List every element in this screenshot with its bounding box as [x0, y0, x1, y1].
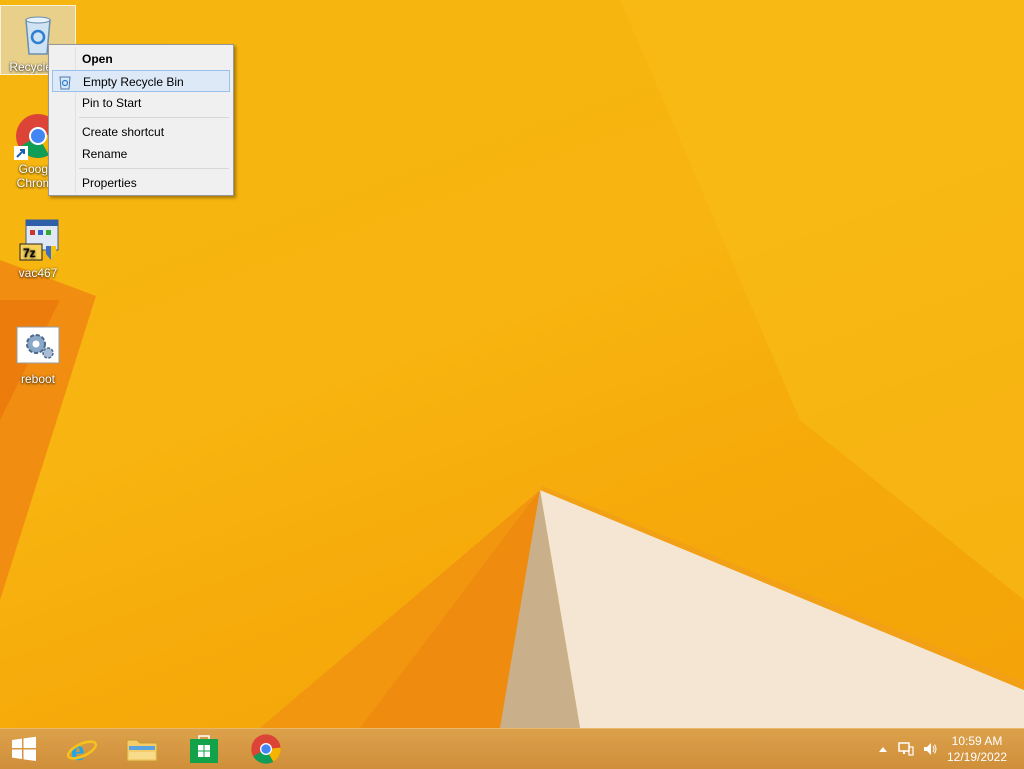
7zip-installer-icon: 7z	[14, 216, 62, 264]
menu-item-label: Pin to Start	[82, 96, 142, 110]
svg-text:7z: 7z	[23, 246, 36, 260]
menu-item-open[interactable]: Open	[52, 48, 230, 70]
menu-item-label: Empty Recycle Bin	[83, 75, 184, 89]
clock-date: 12/19/2022	[946, 750, 1008, 764]
taskbar-chrome[interactable]	[236, 729, 296, 769]
menu-item-create-shortcut[interactable]: Create shortcut	[52, 121, 230, 143]
windows-logo-icon	[12, 736, 36, 761]
folder-icon	[126, 739, 158, 762]
menu-item-empty-recycle-bin[interactable]: Empty Recycle Bin	[52, 70, 230, 92]
desktop-icon-reboot[interactable]: reboot	[0, 318, 76, 386]
menu-item-properties[interactable]: Properties	[52, 172, 230, 194]
clock-time: 10:59 AM	[951, 734, 1003, 748]
ie-icon: e	[66, 734, 98, 765]
menu-item-rename[interactable]: Rename	[52, 143, 230, 165]
reboot-gear-icon	[14, 322, 62, 370]
menu-item-label: Open	[82, 52, 113, 66]
taskbar-file-explorer[interactable]	[112, 729, 172, 769]
chrome-icon	[251, 734, 281, 764]
taskbar-store[interactable]	[174, 729, 234, 769]
menu-separator	[79, 168, 229, 169]
store-icon	[190, 735, 218, 763]
menu-item-label: Properties	[82, 176, 137, 190]
desktop-icon-vac467[interactable]: 7z vac467	[0, 212, 76, 280]
menu-item-label: Create shortcut	[82, 125, 165, 139]
taskbar: e 10:59 AM 12/19/2022	[0, 728, 1024, 769]
show-hidden-icons-arrow[interactable]	[878, 741, 888, 757]
desktop[interactable]: Recycle Bin Google Chrome 7z vac467 rebo…	[0, 0, 1024, 728]
taskbar-internet-explorer[interactable]: e	[52, 729, 112, 769]
recycle-bin-small-icon	[57, 74, 73, 90]
desktop-icon-label: reboot	[20, 372, 56, 386]
clock[interactable]: 10:59 AM 12/19/2022	[942, 733, 1012, 765]
volume-icon[interactable]	[922, 741, 938, 757]
menu-item-pin-to-start[interactable]: Pin to Start	[52, 92, 230, 114]
menu-item-label: Rename	[82, 147, 128, 161]
network-icon[interactable]	[898, 741, 914, 757]
context-menu: Open Empty Recycle Bin Pin to Start Crea…	[48, 44, 234, 196]
menu-separator	[79, 117, 229, 118]
start-button[interactable]	[0, 729, 48, 769]
desktop-icon-label: vac467	[18, 266, 58, 280]
